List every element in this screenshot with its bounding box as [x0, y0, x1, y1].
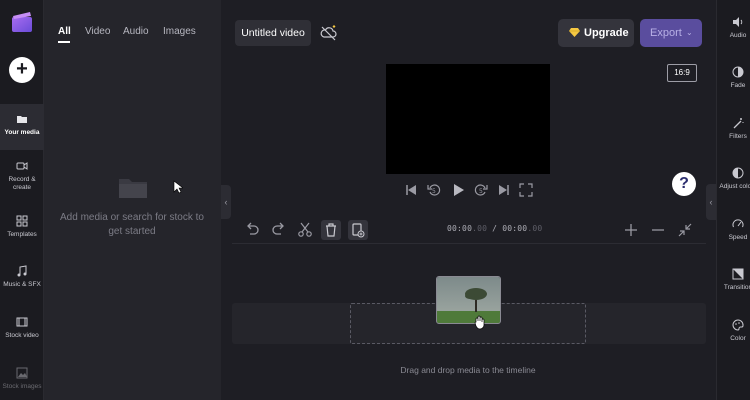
export-button[interactable]: Export ⌄	[640, 19, 702, 47]
aspect-ratio-button[interactable]: 16:9	[667, 64, 697, 82]
panel-audio[interactable]: Audio	[718, 16, 750, 40]
mouse-cursor-icon	[173, 180, 183, 194]
fit-timeline-icon[interactable]	[676, 221, 694, 239]
nav-music-sfx[interactable]: Music & SFX	[0, 265, 44, 295]
tree-thumbnail-image	[437, 277, 500, 323]
play-icon[interactable]	[451, 183, 465, 197]
speaker-icon	[733, 17, 743, 27]
duplicate-icon[interactable]	[348, 220, 368, 240]
templates-icon	[16, 215, 28, 227]
active-tab-indicator	[58, 41, 70, 43]
panel-fade[interactable]: Fade	[718, 66, 750, 90]
nav-your-media[interactable]: Your media	[0, 104, 44, 150]
tab-all[interactable]: All	[58, 26, 71, 37]
image-icon	[16, 367, 28, 379]
panel-label: Speed	[728, 234, 748, 241]
diamond-icon	[569, 28, 580, 37]
palette-icon	[732, 319, 744, 331]
rewind-5-icon[interactable]: 5	[427, 183, 441, 197]
empty-folder-icon	[119, 179, 147, 198]
nav-label: Stock video	[5, 332, 39, 339]
adjust-icon	[732, 167, 744, 179]
scissors-icon[interactable]	[296, 221, 314, 239]
panel-adjust-colors[interactable]: Adjust colors	[718, 167, 750, 191]
collapse-media-panel-button[interactable]: ‹	[221, 185, 231, 219]
panel-speed[interactable]: Speed	[718, 218, 750, 242]
panel-label: Audio	[729, 32, 747, 39]
panel-label: Transition	[723, 284, 750, 291]
export-label: Export	[650, 27, 682, 39]
clipchamp-logo	[12, 12, 32, 32]
tab-images[interactable]: Images	[163, 26, 196, 37]
redo-icon[interactable]	[270, 221, 288, 239]
speedometer-icon	[732, 219, 744, 228]
video-preview[interactable]	[386, 64, 550, 174]
nav-stock-video[interactable]: Stock video	[0, 316, 44, 346]
total-time-fraction: .00	[527, 224, 543, 233]
nav-label: Record & create	[8, 176, 36, 191]
panel-label: Color	[730, 335, 746, 342]
panel-label: Filters	[729, 133, 747, 140]
magic-wand-icon	[733, 118, 744, 129]
panel-label: Adjust colors	[719, 183, 750, 190]
folder-icon	[17, 116, 27, 123]
nav-label: Music & SFX	[3, 281, 41, 288]
tab-video[interactable]: Video	[85, 26, 110, 37]
empty-media-message: Add media or search for stock to get sta…	[60, 212, 204, 237]
timeline-drop-message: Drag and drop media to the timeline	[400, 365, 536, 375]
fade-icon	[732, 66, 744, 78]
svg-text:5: 5	[432, 188, 436, 195]
cloud-sync-off-icon[interactable]	[320, 24, 338, 42]
panel-transition[interactable]: Transition	[718, 268, 750, 292]
film-icon	[16, 317, 28, 327]
help-button[interactable]: ?	[672, 172, 696, 196]
fullscreen-icon[interactable]	[519, 183, 533, 197]
nav-record-create[interactable]: Record & create	[0, 160, 44, 200]
dragged-media-thumbnail[interactable]	[436, 276, 501, 324]
forward-5-icon[interactable]: 5	[474, 183, 488, 197]
timecode: 00:00.00 / 00:00.00	[447, 224, 545, 233]
current-time-fraction: .00	[472, 224, 488, 233]
nav-templates[interactable]: Templates	[0, 215, 44, 245]
panel-filters[interactable]: Filters	[718, 117, 750, 141]
media-panel	[44, 0, 221, 400]
skip-forward-icon[interactable]	[497, 183, 511, 197]
time-separator: /	[487, 224, 503, 233]
zoom-out-icon[interactable]	[649, 221, 667, 239]
add-media-button[interactable]: +	[9, 57, 35, 83]
camera-icon	[16, 162, 28, 170]
nav-label: Your media	[4, 129, 40, 136]
grab-cursor-icon	[474, 315, 485, 330]
nav-label: Templates	[7, 231, 37, 238]
upgrade-button[interactable]: Upgrade	[558, 19, 634, 47]
undo-icon[interactable]	[243, 221, 261, 239]
transition-icon	[732, 268, 744, 280]
chevron-down-icon: ⌄	[686, 28, 693, 37]
zoom-in-icon[interactable]	[622, 221, 640, 239]
svg-text:5: 5	[479, 188, 483, 195]
upgrade-label: Upgrade	[584, 27, 629, 39]
project-title[interactable]: Untitled video	[235, 20, 311, 46]
total-time: 00:00	[502, 224, 528, 233]
panel-label: Fade	[730, 82, 746, 89]
current-time: 00:00	[447, 224, 473, 233]
collapse-property-panel-button[interactable]: ‹	[706, 184, 716, 220]
tab-audio[interactable]: Audio	[123, 26, 149, 37]
delete-icon[interactable]	[321, 220, 341, 240]
nav-label: Stock images	[2, 383, 42, 390]
skip-back-icon[interactable]	[404, 183, 418, 197]
music-icon	[17, 265, 27, 277]
nav-stock-images[interactable]: Stock images	[0, 367, 44, 397]
panel-color[interactable]: Color	[718, 319, 750, 343]
